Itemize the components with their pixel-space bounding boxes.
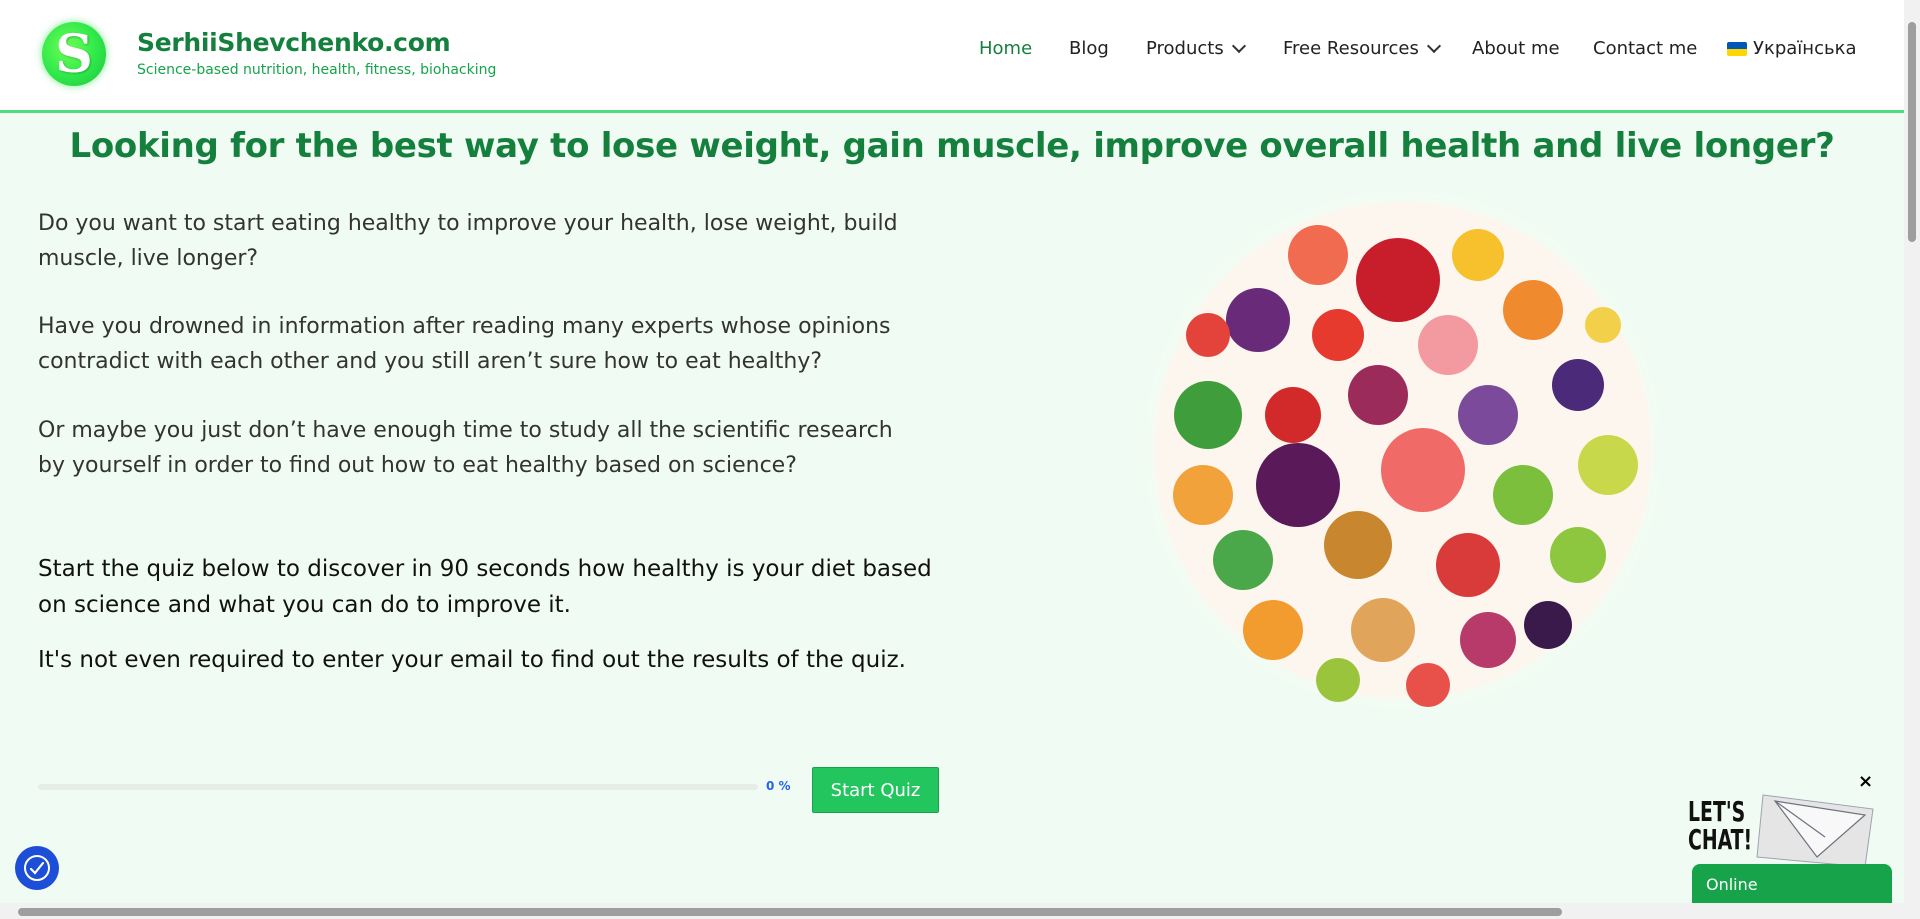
nav-label: Contact me [1593,38,1698,59]
nav-item-home[interactable]: Home [979,38,1032,59]
nav-label: Free Resources [1283,38,1419,59]
nav-item-blog[interactable]: Blog [1069,38,1109,59]
chevron-down-icon [1426,38,1441,54]
intro-paragraph-3: Or maybe you just don’t have enough time… [38,418,893,478]
quiz-progress-bar [38,784,758,790]
page-headline: Looking for the best way to lose weight,… [69,126,1835,166]
nav-item-contact-me[interactable]: Contact me [1593,38,1697,59]
nav-label: About me [1472,38,1560,59]
intro-paragraph-1: Do you want to start eating healthy to i… [38,211,898,271]
fruits-vegetables-image [1148,185,1658,715]
nav-item-language[interactable]: Українська [1727,38,1856,59]
quiz-note: It's not even required to enter your ema… [38,647,906,673]
nav-label: Blog [1069,38,1109,59]
quiz-intro: Start the quiz below to discover in 90 s… [38,556,932,618]
horizontal-scrollbar[interactable] [0,903,1904,919]
nav-label: Home [979,38,1033,59]
accessibility-icon [24,855,50,881]
nav-label: Products [1146,38,1224,59]
scrollbar-corner [1904,903,1920,919]
nav-item-free-resources[interactable]: Free Resources [1283,38,1441,59]
nav-item-about-me[interactable]: About me [1472,38,1560,59]
start-quiz-button[interactable]: Start Quiz [812,767,939,813]
chevron-down-icon [1231,38,1246,54]
intro-paragraph-2: Have you drowned in information after re… [38,314,891,374]
accessibility-button[interactable] [15,846,59,890]
nav-item-products[interactable]: Products [1146,38,1246,59]
nav-label: Українська [1753,38,1857,59]
main-nav: Home Blog Products Free Resources About … [0,38,1904,68]
vertical-scrollbar[interactable] [1904,0,1920,903]
chat-status-bar[interactable]: Online [1692,864,1892,904]
paper-plane-icon[interactable] [1755,791,1877,871]
ukraine-flag-icon [1727,41,1747,56]
chat-close-button[interactable]: × [1858,771,1873,792]
quiz-progress-text: 0 % [766,779,791,793]
chat-status-text: Online [1706,874,1758,894]
site-header: S SerhiiShevchenko.com Science-based nut… [0,0,1904,113]
chat-headline[interactable]: LET'S CHAT! [1688,798,1752,854]
